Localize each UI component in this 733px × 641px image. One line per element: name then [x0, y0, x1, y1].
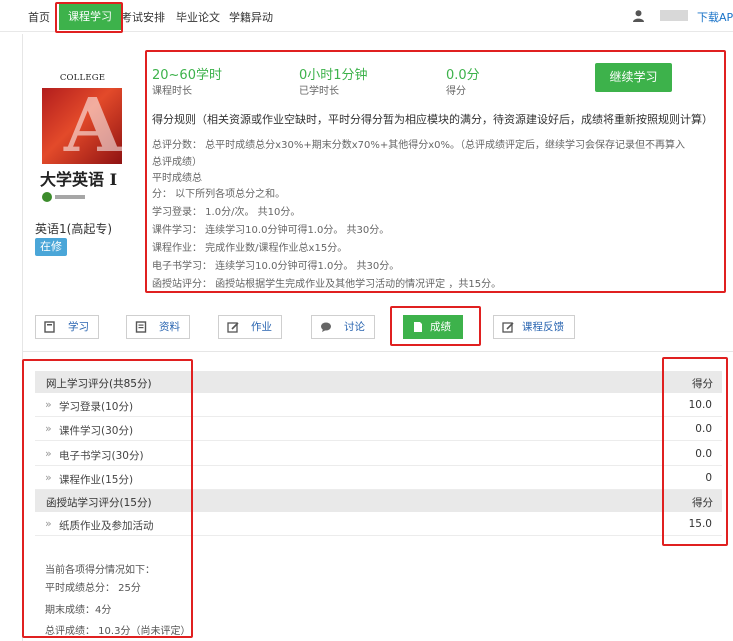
course-cover: COLLEGE ENGLISH A 大学英语 I — [40, 70, 125, 208]
tab-homework[interactable]: 作业 — [218, 315, 282, 339]
cover-art: A — [42, 88, 122, 164]
summary-final-score: 期末成绩：4分 — [45, 605, 112, 616]
table-row: » 纸质作业及参加活动 15.0 — [35, 512, 722, 536]
rule-line: 函授站评分： 函授站根据学生完成作业及其他学习活动的情况评定 ，共15分。 — [152, 279, 502, 290]
tab-study[interactable]: 学习 — [35, 315, 99, 339]
book-icon — [44, 321, 55, 333]
stat-duration-label: 课程时长 — [152, 86, 192, 97]
cover-title: 大学英语 I — [40, 170, 118, 189]
nav-home[interactable]: 首页 — [28, 9, 50, 25]
tab-course-feedback[interactable]: 课程反馈 — [493, 315, 575, 339]
table-row: » 课件学习(30分) 0.0 — [35, 417, 722, 441]
summary-usual-score: 平时成绩总分： 25分 — [45, 583, 141, 594]
rule-line: 总评成绩） — [152, 157, 202, 168]
cover-header: COLLEGE ENGLISH — [59, 73, 106, 99]
chevron-right-icon: » — [45, 517, 52, 530]
publisher-logo-icon — [42, 192, 52, 202]
rule-line: 课件学习： 连续学习10.0分钟可得1.0分。 共30分。 — [152, 225, 390, 236]
table-row: » 电子书学习(30分) 0.0 — [35, 442, 722, 466]
tab-discussion[interactable]: 讨论 — [311, 315, 375, 339]
tab-grades[interactable]: 成绩 — [403, 315, 463, 339]
user-name-masked — [660, 10, 688, 21]
feedback-edit-icon — [502, 322, 514, 333]
download-app-link[interactable]: 下载APP — [697, 9, 733, 25]
stat-duration-value: 20~60学时 — [152, 68, 222, 83]
chevron-right-icon: » — [45, 471, 52, 484]
nav-status-change[interactable]: 学籍异动 — [229, 9, 273, 25]
stat-studied-value: 0小时1分钟 — [299, 68, 368, 83]
document-icon — [135, 321, 147, 333]
status-badge: 在修 — [35, 238, 67, 256]
chat-bubble-icon — [321, 322, 331, 332]
rule-line: 分： 以下所列各项总分之和。 — [152, 189, 286, 200]
edit-icon — [227, 322, 239, 333]
nav-exam-schedule[interactable]: 考试安排 — [121, 9, 165, 25]
station-score-header: 函授站学习评分(15分) 得分 — [35, 490, 722, 512]
online-score-header: 网上学习评分(共85分) 得分 — [35, 371, 722, 393]
report-icon — [414, 322, 422, 332]
publisher-logo — [40, 190, 125, 204]
stat-score-value: 0.0分 — [446, 68, 480, 83]
stat-score-label: 得分 — [446, 86, 466, 97]
rule-line: 总评分数： 总平时成绩总分x30%+期末分数x70%+其他得分x0%。（总评成绩… — [152, 140, 686, 151]
score-rules-title: 得分规则（相关资源或作业空缺时，平时分得分暂为相应模块的满分，待资源建设好后，成… — [152, 113, 713, 126]
rule-line: 学习登录： 1.0分/次。 共10分。 — [152, 207, 301, 218]
rule-line: 电子书学习： 连续学习10.0分钟可得1.0分。 共30分。 — [152, 261, 400, 272]
summary-intro: 当前各项得分情况如下： — [45, 565, 155, 576]
table-row: » 课程作业(15分) 0 — [35, 466, 722, 490]
chevron-right-icon: » — [45, 398, 52, 411]
summary-total-score: 总评成绩： 10.3分（尚未评定） — [45, 626, 191, 637]
chevron-right-icon: » — [45, 422, 52, 435]
nav-thesis[interactable]: 毕业论文 — [176, 9, 220, 25]
user-icon — [633, 10, 644, 22]
rule-line: 课程作业： 完成作业数/课程作业总x15分。 — [152, 243, 348, 254]
table-row: » 学习登录(10分) 10.0 — [35, 393, 722, 417]
top-nav: 首页 课程学习 考试安排 毕业论文 学籍异动 下载APP — [0, 0, 733, 32]
stat-studied-label: 已学时长 — [299, 86, 339, 97]
nav-course-study[interactable]: 课程学习 — [59, 4, 121, 30]
continue-study-button[interactable]: 继续学习 — [595, 63, 672, 92]
rule-line: 平时成绩总 — [152, 173, 202, 184]
cover-letter: A — [64, 88, 122, 164]
tab-materials[interactable]: 资料 — [126, 315, 190, 339]
course-name: 英语1(高起专) — [35, 222, 112, 236]
chevron-right-icon: » — [45, 447, 52, 460]
